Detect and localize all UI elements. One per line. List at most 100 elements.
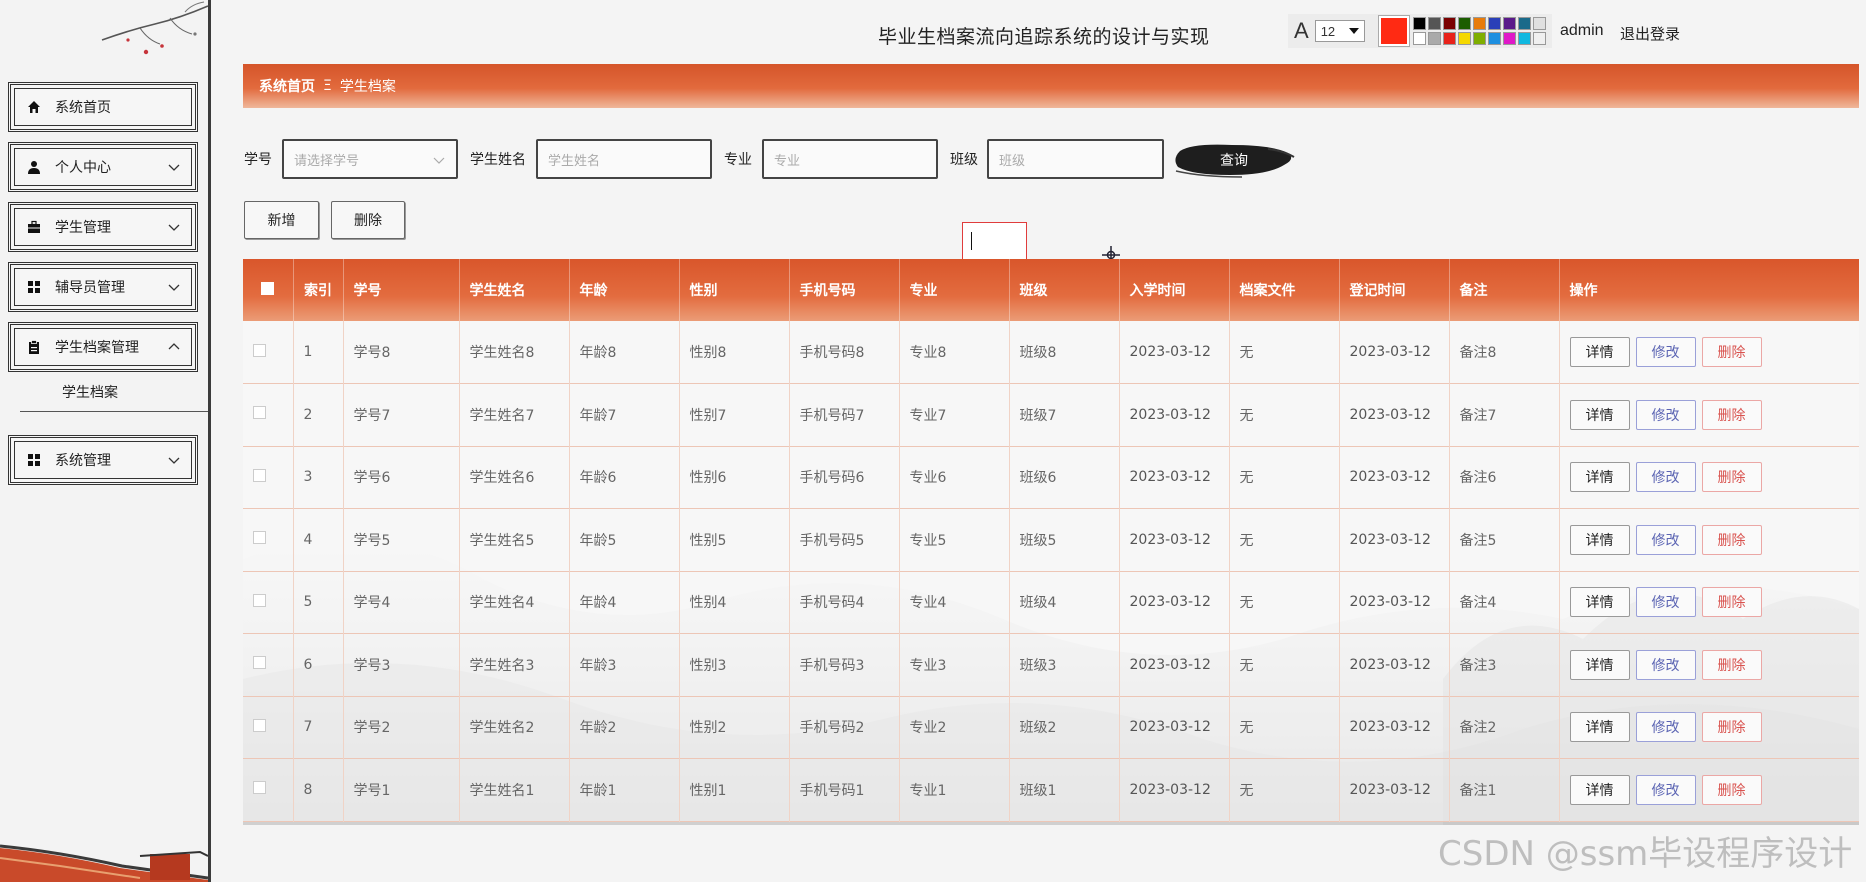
- sidebar-item-student-archive-management[interactable]: 学生档案管理: [8, 322, 198, 372]
- color-swatch[interactable]: [1442, 32, 1456, 45]
- xuehao-select[interactable]: 请选择学号: [282, 139, 458, 179]
- row-checkbox[interactable]: [253, 531, 266, 545]
- color-swatch[interactable]: [1457, 32, 1471, 45]
- delete-button[interactable]: 删除: [1701, 524, 1762, 555]
- table-cell: 性别4: [679, 571, 790, 634]
- sidebar-item-student-management[interactable]: 学生管理: [8, 202, 198, 252]
- student-name-input[interactable]: 学生姓名: [536, 139, 712, 179]
- color-swatch[interactable]: [1442, 17, 1456, 30]
- detail-button[interactable]: 详情: [1569, 587, 1630, 618]
- add-button[interactable]: 新增: [244, 201, 319, 239]
- color-swatch[interactable]: [1487, 17, 1501, 30]
- text-cursor-box[interactable]: [962, 222, 1027, 260]
- detail-button[interactable]: 详情: [1569, 462, 1630, 493]
- edit-button[interactable]: 修改: [1635, 462, 1696, 493]
- row-checkbox[interactable]: [253, 593, 266, 607]
- sidebar-item-home[interactable]: 系统首页: [8, 82, 198, 132]
- delete-button[interactable]: 删除: [1701, 587, 1762, 618]
- row-actions-cell: 详情 修改 删除: [1559, 321, 1859, 384]
- major-input[interactable]: 专业: [762, 139, 938, 179]
- delete-button[interactable]: 删除: [1701, 649, 1762, 680]
- color-swatch[interactable]: [1517, 32, 1531, 45]
- breadcrumb-home[interactable]: 系统首页: [259, 76, 315, 96]
- select-all-checkbox[interactable]: [261, 281, 275, 295]
- color-swatch[interactable]: [1517, 17, 1531, 30]
- color-swatch[interactable]: [1502, 32, 1516, 45]
- edit-button[interactable]: 修改: [1635, 524, 1696, 555]
- class-input[interactable]: 班级: [987, 139, 1164, 179]
- sidebar-item-counselor-management[interactable]: 辅导员管理: [8, 262, 198, 312]
- row-select-cell[interactable]: [243, 383, 294, 446]
- color-swatch[interactable]: [1532, 32, 1546, 45]
- edit-button[interactable]: 修改: [1635, 649, 1696, 680]
- color-swatch[interactable]: [1457, 17, 1471, 30]
- table-cell: 5: [293, 571, 344, 634]
- table-row: 4 学号5 学生姓名5 年龄5 性别5 手机号码5 专业5 班级5 2023-03-12 无 202…: [243, 508, 1859, 571]
- briefcase-icon: [27, 220, 41, 234]
- detail-button[interactable]: 详情: [1569, 399, 1630, 430]
- color-swatch[interactable]: [1532, 17, 1546, 30]
- class-placeholder: 班级: [999, 153, 1026, 169]
- table-cell: 专业1: [899, 758, 1010, 821]
- delete-button[interactable]: 删除: [1701, 712, 1762, 743]
- edit-button[interactable]: 修改: [1635, 587, 1696, 618]
- edit-button[interactable]: 修改: [1635, 774, 1696, 805]
- query-button[interactable]: 查询: [1172, 141, 1296, 179]
- row-checkbox[interactable]: [253, 718, 266, 732]
- table-cell: 学生姓名1: [459, 758, 570, 821]
- color-swatch[interactable]: [1502, 17, 1516, 30]
- row-select-cell[interactable]: [243, 633, 294, 696]
- delete-button[interactable]: 删除: [1701, 337, 1762, 367]
- select-all-cell[interactable]: [243, 259, 294, 321]
- row-select-cell[interactable]: [243, 571, 294, 634]
- color-swatch[interactable]: [1427, 32, 1441, 45]
- font-size-select[interactable]: 12: [1314, 20, 1365, 42]
- delete-button[interactable]: 删除: [1701, 774, 1762, 805]
- dropdown-arrow-icon: [1348, 28, 1359, 34]
- table-cell: 性别5: [679, 508, 790, 571]
- table-cell: 专业3: [899, 633, 1010, 696]
- sidebar-item-system-management[interactable]: 系统管理: [8, 435, 198, 485]
- edit-button[interactable]: 修改: [1635, 712, 1696, 743]
- color-swatch[interactable]: [1472, 17, 1486, 30]
- detail-button[interactable]: 详情: [1569, 337, 1630, 367]
- sidebar-subitem-student-archive[interactable]: 学生档案: [62, 382, 118, 402]
- row-select-cell[interactable]: [243, 758, 294, 821]
- color-swatch[interactable]: [1427, 17, 1441, 30]
- color-swatch[interactable]: [1412, 32, 1426, 45]
- color-swatch[interactable]: [1487, 32, 1501, 45]
- current-color-swatch[interactable]: [1377, 15, 1410, 47]
- batch-delete-button[interactable]: 删除: [331, 201, 405, 239]
- row-checkbox[interactable]: [253, 781, 266, 795]
- detail-button[interactable]: 详情: [1569, 774, 1630, 805]
- row-checkbox[interactable]: [253, 343, 266, 357]
- detail-button[interactable]: 详情: [1569, 524, 1630, 555]
- delete-button[interactable]: 删除: [1701, 399, 1762, 430]
- edit-button[interactable]: 修改: [1635, 337, 1696, 367]
- table-cell: 班级2: [1009, 696, 1120, 759]
- delete-button[interactable]: 删除: [1701, 462, 1762, 493]
- edit-button[interactable]: 修改: [1635, 399, 1696, 430]
- row-select-cell[interactable]: [243, 321, 294, 384]
- student-name-placeholder: 学生姓名: [548, 153, 601, 169]
- table-cell: 专业5: [899, 508, 1010, 571]
- table-cell: 无: [1229, 633, 1340, 696]
- sidebar: 系统首页 个人中心 学生管理 辅导员管理 学生档案管理 学生档案 系统管理: [0, 0, 211, 882]
- table-cell: 专业2: [899, 696, 1010, 759]
- detail-button[interactable]: 详情: [1569, 649, 1630, 680]
- row-select-cell[interactable]: [243, 508, 294, 571]
- row-select-cell[interactable]: [243, 696, 294, 759]
- row-select-cell[interactable]: [243, 446, 294, 509]
- logout-link[interactable]: 退出登录: [1620, 23, 1680, 44]
- table-cell: 性别3: [679, 633, 790, 696]
- detail-button[interactable]: 详情: [1569, 712, 1630, 743]
- row-checkbox[interactable]: [253, 406, 266, 420]
- table-cell: 学生姓名7: [459, 383, 570, 446]
- color-swatch[interactable]: [1412, 17, 1426, 30]
- color-swatch[interactable]: [1472, 32, 1486, 45]
- table-cell: 2023-03-12: [1339, 383, 1450, 446]
- row-checkbox[interactable]: [253, 656, 266, 670]
- sidebar-item-personal-center[interactable]: 个人中心: [8, 142, 198, 192]
- row-checkbox[interactable]: [253, 468, 266, 482]
- table-row: 3 学号6 学生姓名6 年龄6 性别6 手机号码6 专业6 班级6 2023-03-12 无 202…: [243, 446, 1859, 509]
